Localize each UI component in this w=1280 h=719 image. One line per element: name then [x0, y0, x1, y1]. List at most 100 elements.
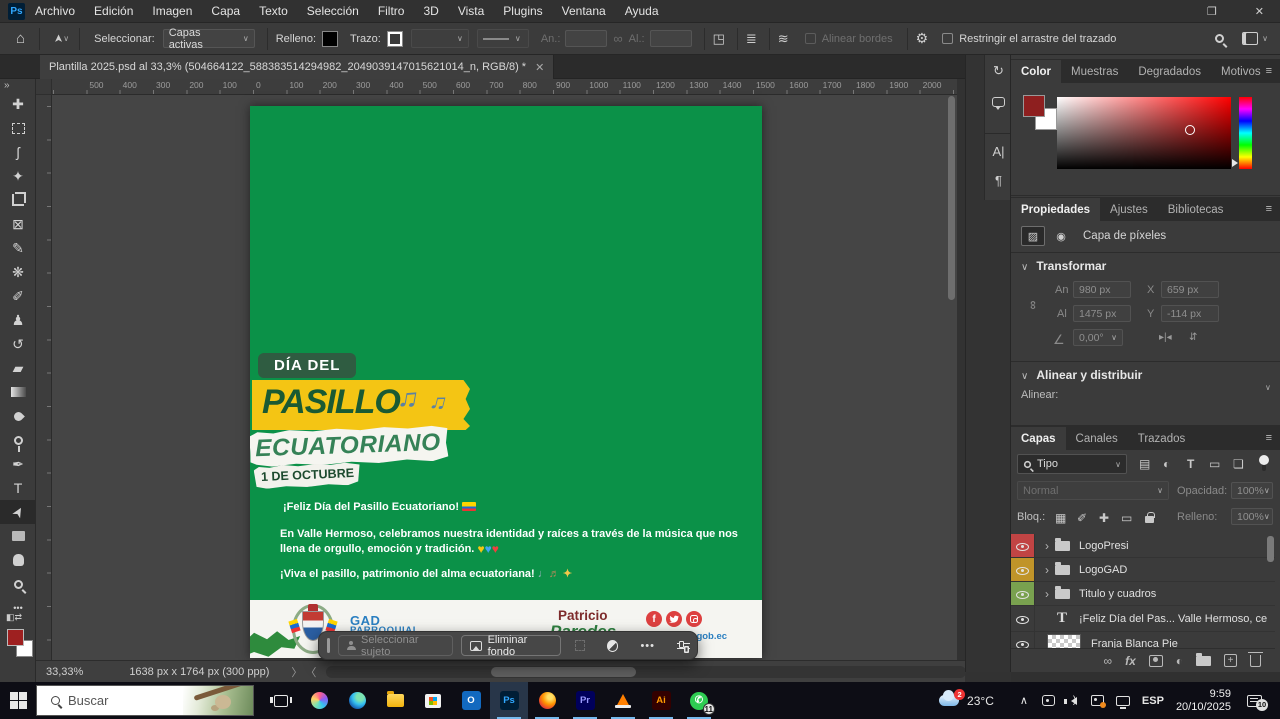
crop-tool[interactable]: [0, 188, 36, 212]
tab-color[interactable]: Color: [1011, 60, 1061, 83]
network-display-icon[interactable]: [1116, 696, 1130, 706]
expand-group-icon[interactable]: ›: [1045, 563, 1049, 577]
color-panel-menu-icon[interactable]: ≡: [1266, 65, 1272, 77]
menu-3d[interactable]: 3D: [423, 4, 438, 18]
hue-slider[interactable]: [1239, 97, 1252, 169]
filter-smart-objects-icon[interactable]: ❏: [1233, 457, 1244, 471]
align-edges-checkbox[interactable]: [805, 33, 816, 44]
layer-row-titulo-y-cuadros[interactable]: ›Titulo y cuadros: [1011, 582, 1275, 606]
eye-icon[interactable]: [1016, 539, 1029, 552]
document-canvas[interactable]: DÍA DEL PASILLO ♫ ♫ ECUATORIANO 1 DE OCT…: [250, 106, 762, 658]
restore-window-icon[interactable]: ❐: [1207, 5, 1217, 18]
filter-type-layers-icon[interactable]: T: [1187, 457, 1194, 471]
eyedropper-tool[interactable]: ✎: [0, 236, 36, 260]
comments-panel-icon[interactable]: [992, 97, 1005, 107]
lasso-tool[interactable]: ʃ: [0, 140, 36, 164]
fill-input[interactable]: 100%∨: [1231, 508, 1273, 525]
stroke-width-dropdown[interactable]: ∨: [411, 29, 469, 48]
tab-ajustes[interactable]: Ajustes: [1100, 198, 1158, 221]
menu-texto[interactable]: Texto: [259, 4, 288, 18]
blend-mode-dropdown[interactable]: Normal∨: [1017, 481, 1169, 500]
flip-vertical-icon[interactable]: ⇵: [1189, 332, 1197, 343]
align-section-header[interactable]: ∨Alinear y distribuir: [1021, 368, 1142, 382]
foreground-color-well[interactable]: [1023, 95, 1045, 117]
tab-trazados[interactable]: Trazados: [1128, 427, 1196, 450]
start-button[interactable]: [10, 692, 27, 709]
link-icon[interactable]: ∞: [1026, 301, 1040, 310]
tab-muestras[interactable]: Muestras: [1061, 60, 1128, 83]
close-window-icon[interactable]: ✕: [1255, 5, 1264, 18]
filter-pixel-layers-icon[interactable]: ▤: [1139, 457, 1150, 471]
taskbar-firefox[interactable]: [528, 682, 566, 719]
taskbar-search-box[interactable]: Buscar: [36, 685, 254, 716]
taskbar-copilot[interactable]: [300, 682, 338, 719]
path-alignment-icon[interactable]: ≣: [746, 31, 757, 47]
tab-capas[interactable]: Capas: [1011, 427, 1066, 450]
brush-tool[interactable]: ✐: [0, 284, 36, 308]
color-field[interactable]: [1057, 97, 1231, 169]
hue-slider-arrow[interactable]: [1232, 159, 1238, 167]
properties-panel-menu-icon[interactable]: ≡: [1266, 203, 1272, 215]
lock-transparency-icon[interactable]: ▦: [1055, 511, 1066, 525]
lock-position-icon[interactable]: ✚: [1099, 511, 1109, 525]
object-selection-tool[interactable]: ✦: [0, 164, 36, 188]
search-highlight-image[interactable]: [183, 686, 253, 716]
tab-motivos[interactable]: Motivos: [1211, 60, 1271, 83]
path-operations-icon[interactable]: ◳: [713, 31, 725, 47]
height-input[interactable]: [650, 30, 692, 47]
filter-adjustment-layers-icon[interactable]: ◐: [1163, 457, 1170, 471]
eye-icon[interactable]: [1016, 637, 1029, 648]
pen-tool[interactable]: ✒: [0, 452, 36, 476]
move-tool[interactable]: ✚: [0, 92, 36, 116]
privacy-camera-icon[interactable]: [1042, 695, 1055, 706]
stroke-type-dropdown[interactable]: ∨: [477, 29, 529, 48]
layer-row-logogad[interactable]: ›LogoGAD: [1011, 558, 1275, 582]
menu-seleccion[interactable]: Selección: [307, 4, 359, 18]
link-layers-icon[interactable]: ∞: [1104, 654, 1113, 668]
gradient-tool[interactable]: [0, 380, 36, 404]
lock-artboard-icon[interactable]: ▭: [1121, 511, 1132, 525]
opacity-input[interactable]: 100%∨: [1231, 482, 1273, 499]
taskbar-whatsapp[interactable]: ✆11: [680, 682, 718, 719]
blur-tool[interactable]: [0, 404, 36, 428]
new-group-icon[interactable]: [1196, 656, 1211, 666]
taskbar-task-view[interactable]: [262, 682, 300, 719]
paragraph-panel-icon[interactable]: ¶: [985, 173, 1012, 188]
layers-scrollbar[interactable]: [1267, 536, 1274, 562]
layer-row-logopresi[interactable]: ›LogoPresi: [1011, 534, 1275, 558]
rectangular-marquee-tool[interactable]: [0, 116, 36, 140]
drag-grip-handle[interactable]: [327, 638, 330, 653]
taskbar-file-explorer[interactable]: [376, 682, 414, 719]
adjustments-icon[interactable]: [607, 640, 618, 652]
transform-section-header[interactable]: ∨Transformar: [1021, 259, 1106, 273]
tab-degradados[interactable]: Degradados: [1128, 60, 1211, 83]
hand-tool[interactable]: [0, 548, 36, 572]
home-icon[interactable]: ⌂: [16, 30, 25, 47]
menu-plugins[interactable]: Plugins: [503, 4, 542, 18]
properties-sliders-icon[interactable]: [677, 641, 689, 651]
menu-filtro[interactable]: Filtro: [378, 4, 405, 18]
meet-now-icon[interactable]: [1091, 695, 1104, 706]
layer-filter-dropdown[interactable]: Tipo∨: [1017, 454, 1127, 474]
add-mask-icon[interactable]: [1149, 655, 1163, 667]
taskbar-photoshop[interactable]: Ps: [490, 682, 528, 719]
clock[interactable]: 9:59 20/10/2025: [1176, 688, 1231, 714]
weather-icon[interactable]: 2: [939, 695, 959, 706]
taskbar-illustrator[interactable]: Ai: [642, 682, 680, 719]
foreground-color-swatch[interactable]: [7, 629, 24, 646]
zoom-tool[interactable]: [0, 572, 36, 596]
taskbar-microsoft-store[interactable]: [414, 682, 452, 719]
status-arrows[interactable]: 〉 〈: [291, 664, 316, 680]
type-tool[interactable]: T: [0, 476, 36, 500]
tab-propiedades[interactable]: Propiedades: [1011, 198, 1100, 221]
dodge-tool[interactable]: [0, 428, 36, 452]
transform-x-input[interactable]: 659 px: [1161, 281, 1219, 298]
document-tab[interactable]: Plantilla 2025.psd al 33,3% (504664122_5…: [40, 55, 554, 79]
pixel-layer-icon[interactable]: ▨: [1021, 226, 1045, 246]
history-brush-tool[interactable]: ↺: [0, 332, 36, 356]
select-subject-button[interactable]: Seleccionar sujeto: [338, 635, 453, 656]
layers-panel-menu-icon[interactable]: ≡: [1266, 432, 1272, 444]
align-collapse-chevron[interactable]: ∨: [1265, 383, 1271, 392]
tray-chevron-icon[interactable]: ∧: [1020, 694, 1028, 707]
eye-icon[interactable]: [1016, 563, 1029, 576]
